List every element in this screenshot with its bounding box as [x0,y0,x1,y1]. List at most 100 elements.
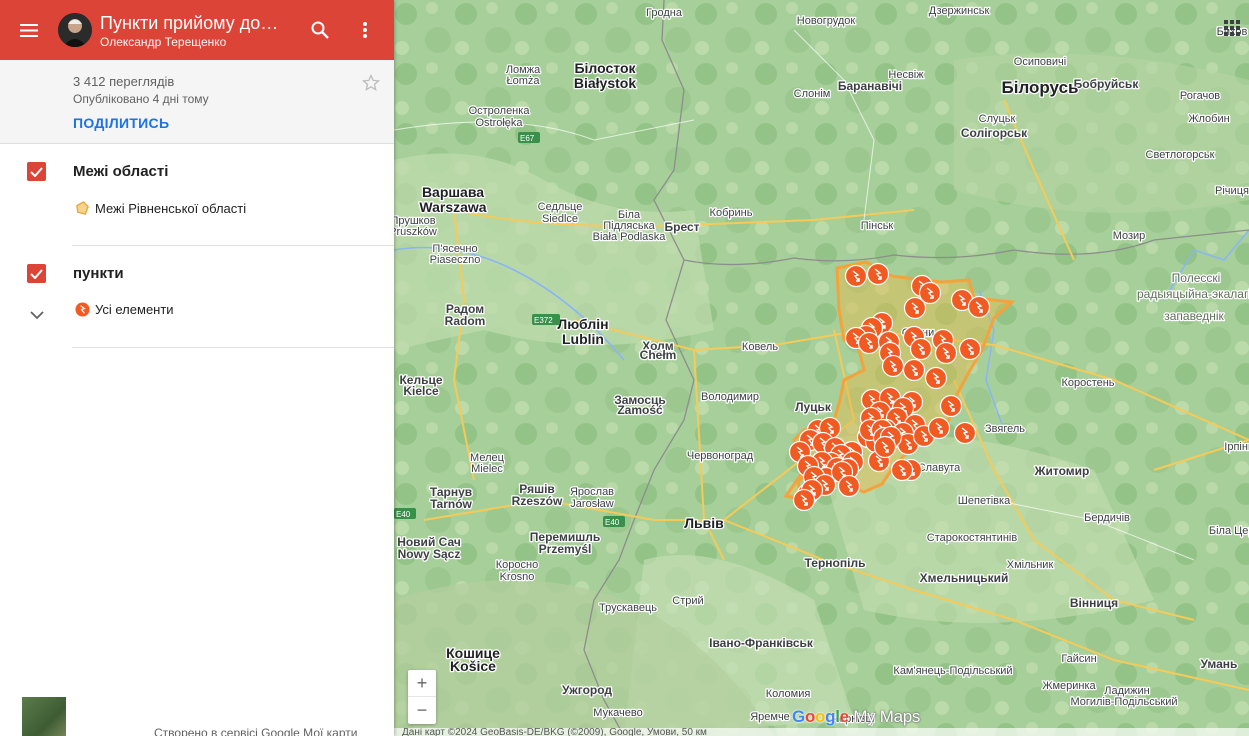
place-label: Яремче [750,711,790,723]
layer-item-label: Усі елементи [95,302,174,317]
collection-point-marker[interactable] [903,296,927,320]
place-label: Жлобин [1188,113,1229,125]
collection-point-marker[interactable] [927,416,951,440]
place-label: Білосток [574,60,636,76]
place-label: Białystok [574,75,636,91]
apps-grid-icon [1224,20,1240,36]
place-label: Ужгород [562,683,612,697]
place-label: Mielec [471,463,503,475]
place-label: Ірпінь [1224,441,1249,453]
collection-point-marker[interactable] [958,337,982,361]
collection-point-marker[interactable] [873,435,897,459]
place-label: Jarosław [570,498,613,510]
polygon-style-icon [76,201,89,215]
place-label: Ярослав [570,486,614,498]
map-header: Пункти прийому доп… Олександр Терещенко [0,0,394,60]
collection-point-marker[interactable] [890,458,914,482]
avatar-icon [58,13,92,47]
place-label: Кобринь [710,207,753,219]
basemap-thumbnail[interactable] [22,697,66,736]
place-label: Львів [684,515,724,531]
search-button[interactable] [304,14,336,46]
collection-point-marker[interactable] [909,337,933,361]
layer-item-all-elements[interactable]: Усі елементи [75,302,174,317]
place-label: Бердичів [1084,512,1130,524]
layer-divider [72,245,394,246]
place-label: Pruszków [394,226,437,238]
place-label: Коросно [496,559,538,571]
place-label: Трускавець [599,602,657,614]
place-label: Łomża [506,75,540,87]
collection-point-marker[interactable] [866,262,890,286]
layer-item-rivne-borders[interactable]: Межі Рівненської області [75,201,246,216]
place-label: Вінниця [1070,596,1118,610]
collection-point-marker[interactable] [844,264,868,288]
place-label: Новогрудок [797,15,856,27]
map-attribution[interactable]: Дані карт ©2024 GeoBasis-DE/BKG (©2009),… [394,728,1249,736]
collection-point-marker[interactable] [857,331,881,355]
map-canvas[interactable]: Гродна Новогрудок Дзержинськ Ломжа Łomża Біло… [394,0,1249,736]
collection-point-marker[interactable] [837,474,861,498]
place-label: Остроленка [469,105,531,117]
place-label: Ostrołęka [475,117,523,129]
road-shield-label: E40 [396,510,411,519]
zoom-in-button[interactable]: + [408,670,436,697]
collection-point-marker[interactable] [939,394,963,418]
logo-letter: o [815,707,826,726]
map-side-panel: Пункти прийому доп… Олександр Терещенко … [0,0,394,736]
place-label: Nowy Sącz [398,547,461,561]
place-label: Светлогорськ [1146,149,1215,161]
place-label: Бобруйськ [1074,77,1140,91]
place-label: Люблін [557,316,608,332]
place-label: радыяцыйна-экалагі [1137,287,1249,301]
place-label: Коломия [766,688,811,700]
road-shield: E67 [518,132,540,143]
place-label: Tarnów [430,497,472,511]
collection-point-marker[interactable] [934,341,958,365]
road-shield: E372 [532,314,560,325]
place-label: Мозир [1113,230,1146,242]
collection-point-marker[interactable] [792,488,816,512]
share-button[interactable]: ПОДІЛИТИСЬ [73,115,169,131]
menu-button[interactable] [0,0,58,60]
place-label: Biała Podlaska [593,231,667,243]
map-title[interactable]: Пункти прийому доп… [100,12,286,34]
place-label: Коростень [1061,377,1114,389]
apps-grid-button[interactable] [1224,20,1242,38]
place-label: Тернопіль [805,556,866,570]
more-options-button[interactable] [349,14,381,46]
place-label: Старокостянтинів [927,532,1018,544]
star-button[interactable] [361,73,382,94]
map-stats: 3 412 переглядів Опубліковано 4 дні тому… [0,60,394,144]
place-label: Баранавічі [838,79,902,93]
collection-point-marker[interactable] [881,354,905,378]
logo-letter: o [804,707,816,726]
layer-checkbox-borders[interactable] [27,162,46,181]
place-label: Piaseczno [430,254,481,266]
star-outline-icon [361,73,381,91]
map-owner[interactable]: Олександр Терещенко [100,35,286,49]
place-label: Kielce [403,384,439,398]
logo-letter: My Maps [848,707,921,726]
place-label: запаведнік [1164,309,1224,323]
place-label: Хмельницький [920,571,1009,585]
collection-point-marker[interactable] [967,295,991,319]
place-label: Гайсин [1061,653,1096,665]
expand-layer-button[interactable] [30,307,46,320]
place-label: Слуцьк [979,113,1016,125]
avatar[interactable] [58,13,92,47]
place-label: Солігорськ [961,126,1028,140]
collection-point-marker[interactable] [924,366,948,390]
place-label: Івано-Франківськ [709,636,814,650]
layer-name-points[interactable]: пункти [73,265,124,282]
place-label: Шепетівка [958,495,1011,507]
zoom-out-button[interactable]: − [408,697,436,724]
place-label: Krosno [500,571,535,583]
layer-name-borders[interactable]: Межі області [73,163,168,180]
layer-checkbox-points[interactable] [27,264,46,283]
collection-point-marker[interactable] [953,421,977,445]
logo-letter: g [825,707,836,726]
place-label: Біла Церква [1209,525,1249,537]
collection-point-marker[interactable] [902,358,926,382]
place-label: Radom [445,314,486,328]
